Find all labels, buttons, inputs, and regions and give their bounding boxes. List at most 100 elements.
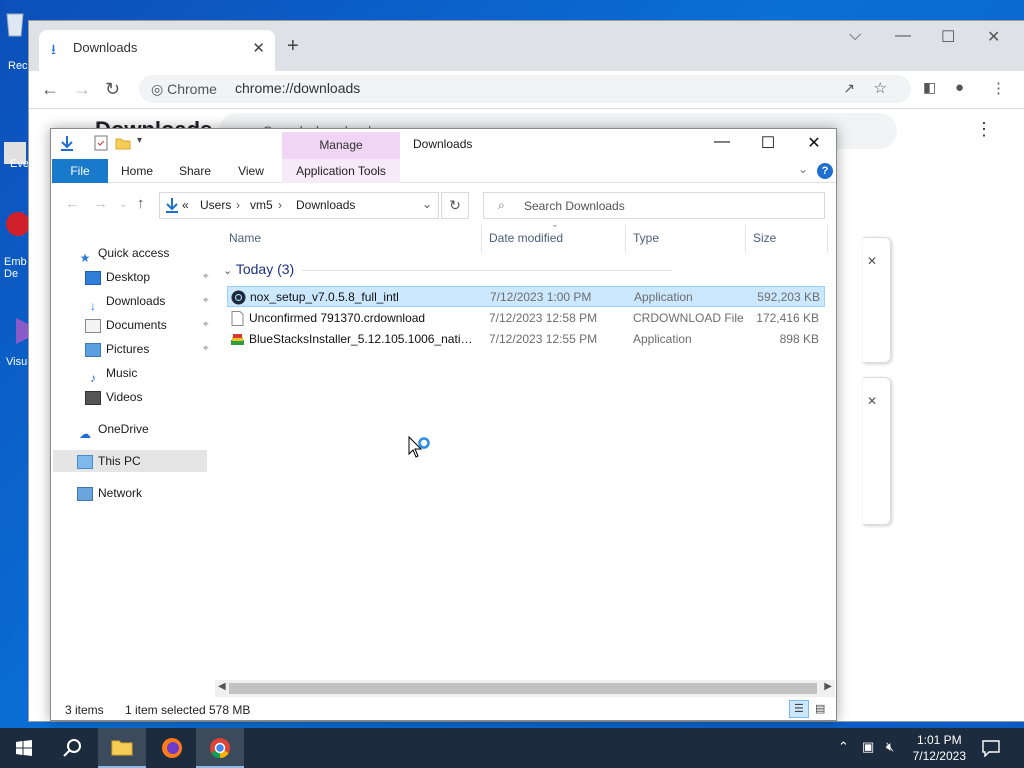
- computer-icon: [77, 454, 93, 469]
- search-button[interactable]: [48, 728, 96, 768]
- tab-share[interactable]: Share: [173, 159, 217, 183]
- column-header-date[interactable]: Date modified: [489, 231, 563, 245]
- column-divider[interactable]: [625, 225, 626, 253]
- file-date: 7/12/2023 1:00 PM: [490, 290, 592, 304]
- scroll-left-icon[interactable]: ◀: [218, 681, 226, 692]
- horizontal-scrollbar[interactable]: ◀ ▶: [215, 680, 835, 697]
- nav-desktop[interactable]: Desktop ⌖: [85, 266, 209, 288]
- scroll-right-icon[interactable]: ▶: [824, 681, 832, 692]
- expand-ribbon-icon[interactable]: ⌄: [798, 162, 808, 176]
- file-row[interactable]: Unconfirmed 791370.crdownload 7/12/2023 …: [227, 308, 825, 329]
- column-header-type[interactable]: Type: [633, 231, 659, 245]
- busy-cursor-icon: [408, 436, 430, 458]
- tab-view[interactable]: View: [229, 159, 273, 183]
- start-button[interactable]: [0, 728, 48, 768]
- back-icon[interactable]: ←: [41, 79, 59, 100]
- blank-file-icon: [231, 311, 244, 326]
- nav-onedrive[interactable]: ☁ OneDrive: [77, 418, 149, 441]
- properties-icon[interactable]: [93, 135, 109, 151]
- column-divider[interactable]: [745, 225, 746, 253]
- minimize-button[interactable]: —: [699, 133, 745, 151]
- taskbar-chrome[interactable]: [196, 728, 244, 768]
- refresh-button[interactable]: ↻: [441, 192, 469, 219]
- desktop-icon-label: Visu: [6, 356, 28, 368]
- nav-label: Pictures: [106, 342, 150, 356]
- breadcrumb-separator: ›: [278, 198, 282, 212]
- file-row[interactable]: nox_setup_v7.0.5.8_full_intl 7/12/2023 1…: [227, 286, 825, 307]
- remove-icon[interactable]: ✕: [867, 394, 877, 408]
- menu-icon[interactable]: ⋮: [991, 79, 1006, 97]
- tab-close-icon[interactable]: ✕: [252, 39, 265, 57]
- remove-icon[interactable]: ✕: [867, 254, 877, 268]
- profile-avatar[interactable]: ●: [955, 79, 964, 96]
- column-header-size[interactable]: Size: [753, 231, 776, 245]
- column-divider[interactable]: [827, 225, 828, 253]
- collapse-chevron-icon: ⌄: [223, 265, 233, 277]
- file-size: 898 KB: [779, 332, 819, 346]
- sort-indicator-icon: ⌄: [551, 219, 559, 229]
- tab-application-tools[interactable]: Application Tools: [282, 159, 400, 183]
- large-icons-view-button[interactable]: ▤: [811, 700, 831, 718]
- address-bar[interactable]: « Users › vm5 › Downloads ⌄: [159, 192, 439, 219]
- tab-manage[interactable]: Manage: [282, 132, 400, 159]
- maximize-button[interactable]: ☐: [941, 27, 955, 47]
- breadcrumb-overflow[interactable]: «: [182, 198, 189, 212]
- column-divider[interactable]: [481, 225, 482, 253]
- search-input[interactable]: ⌕ Search Downloads: [483, 192, 825, 219]
- network-tray-icon[interactable]: ▣: [862, 739, 874, 755]
- address-row: ← → ⌄ ↑ « Users › vm5 › Downloads ⌄ ↻ ⌕ …: [51, 183, 836, 225]
- file-type: Application: [634, 290, 693, 304]
- volume-muted-icon[interactable]: 🔇︎: [886, 739, 894, 755]
- nav-downloads[interactable]: ↓ Downloads ⌖: [85, 290, 209, 313]
- address-dropdown-icon[interactable]: ⌄: [422, 197, 432, 211]
- side-panel-icon[interactable]: ◧: [923, 79, 936, 96]
- nav-network[interactable]: Network: [77, 482, 142, 504]
- address-bar[interactable]: ◎ Chrome chrome://downloads ↗ ☆: [139, 75, 911, 103]
- bookmark-star-icon[interactable]: ☆: [874, 79, 887, 97]
- qat-dropdown-icon[interactable]: ▾: [137, 135, 142, 146]
- forward-icon[interactable]: →: [73, 79, 91, 100]
- nav-label: Desktop: [106, 270, 151, 284]
- site-info[interactable]: ◎ Chrome: [151, 81, 217, 98]
- tab-file[interactable]: File: [52, 159, 108, 183]
- videos-icon: [85, 390, 101, 405]
- recent-locations-icon[interactable]: ⌄: [119, 199, 127, 210]
- help-icon[interactable]: ?: [817, 163, 833, 179]
- minimize-button[interactable]: —: [895, 27, 911, 45]
- nav-this-pc[interactable]: This PC: [53, 450, 207, 472]
- new-folder-icon[interactable]: [115, 135, 131, 151]
- nav-documents[interactable]: Documents ⌖: [85, 314, 209, 336]
- group-header-today[interactable]: ⌄ Today (3): [223, 261, 673, 277]
- forward-icon[interactable]: →: [93, 195, 108, 212]
- column-header-name[interactable]: Name: [229, 231, 261, 245]
- reload-icon[interactable]: ↻: [105, 79, 120, 100]
- close-button[interactable]: ✕: [791, 133, 837, 153]
- taskbar-firefox[interactable]: [148, 728, 196, 768]
- up-icon[interactable]: ↑: [137, 195, 145, 212]
- nav-pictures[interactable]: Pictures ⌖: [85, 338, 209, 360]
- breadcrumb-vm5[interactable]: vm5: [250, 198, 273, 212]
- tab-search-icon[interactable]: ⌵: [849, 27, 861, 45]
- nav-videos[interactable]: Videos: [85, 386, 142, 408]
- file-row[interactable]: BlueStacksInstaller_5.12.105.1006_native…: [227, 329, 825, 350]
- new-tab-button[interactable]: +: [287, 35, 299, 58]
- system-clock[interactable]: 1:01 PM 7/12/2023: [913, 732, 966, 764]
- show-hidden-icons-icon[interactable]: ⌃: [838, 739, 849, 755]
- nav-label: Downloads: [106, 294, 166, 308]
- back-icon[interactable]: ←: [65, 195, 80, 212]
- scroll-thumb[interactable]: [229, 683, 817, 694]
- chrome-tab-downloads[interactable]: ⭳ Downloads ✕: [39, 30, 275, 71]
- taskbar-file-explorer[interactable]: [98, 728, 146, 768]
- close-button[interactable]: ✕: [987, 27, 1000, 47]
- breadcrumb-users[interactable]: Users: [200, 198, 231, 212]
- nav-label: Documents: [106, 318, 167, 332]
- more-actions-icon[interactable]: ⋮: [975, 119, 993, 140]
- details-view-button[interactable]: ☰: [789, 700, 809, 718]
- breadcrumb-downloads[interactable]: Downloads: [296, 198, 355, 212]
- tab-home[interactable]: Home: [115, 159, 159, 183]
- maximize-button[interactable]: ☐: [745, 133, 791, 153]
- nav-music[interactable]: ♪ Music: [85, 362, 137, 385]
- share-icon[interactable]: ↗: [843, 80, 855, 97]
- nav-quick-access[interactable]: ★ Quick access: [77, 242, 170, 265]
- notifications-icon[interactable]: [982, 739, 1000, 757]
